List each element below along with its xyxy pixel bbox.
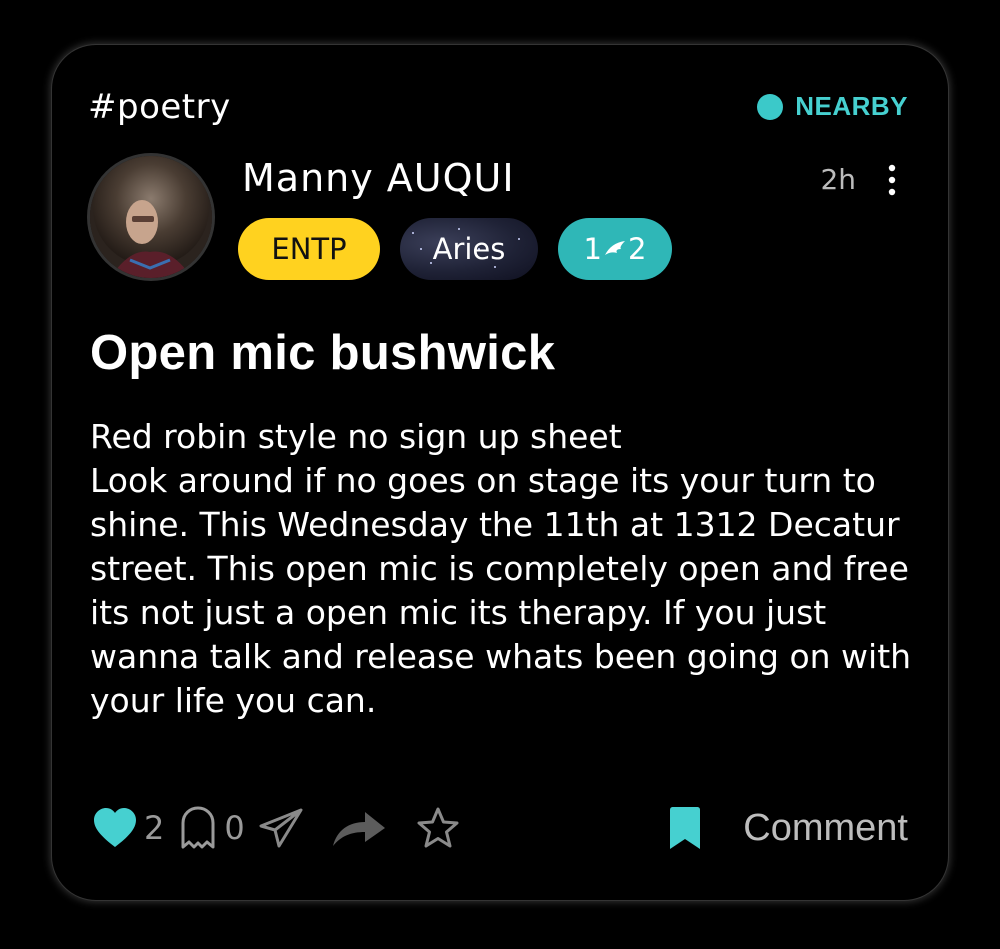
wing-icon xyxy=(605,241,625,255)
share-icon xyxy=(332,812,385,846)
comment-button[interactable]: Comment xyxy=(743,807,908,850)
more-options-button[interactable] xyxy=(884,163,900,197)
heart-icon xyxy=(94,808,136,847)
post-card[interactable]: #poetry NEARBY Manny AUQUI 2h ENTP Aries… xyxy=(52,45,948,900)
ghost-count: 0 xyxy=(224,809,245,847)
bookmark-icon xyxy=(670,807,701,849)
send-icon xyxy=(259,808,303,848)
ghost-icon xyxy=(181,806,215,849)
post-time: 2h xyxy=(820,163,856,196)
pill-badge[interactable]: 1 2 xyxy=(558,218,672,280)
avatar-image xyxy=(90,156,212,278)
nearby-indicator: NEARBY xyxy=(757,91,908,122)
ghost-button[interactable]: 0 xyxy=(178,805,245,851)
share-button[interactable] xyxy=(331,808,387,848)
send-button[interactable] xyxy=(259,808,303,848)
post-actions: 2 0 Comment xyxy=(92,802,908,854)
post-body: Red robin style no sign up sheet Look ar… xyxy=(90,417,912,720)
author-name[interactable]: Manny AUQUI xyxy=(242,156,515,200)
like-button[interactable]: 2 xyxy=(92,807,164,849)
more-vertical-icon xyxy=(888,164,896,196)
pill-right-number: 2 xyxy=(628,232,647,266)
star-button[interactable] xyxy=(415,806,461,850)
like-count: 2 xyxy=(144,809,165,847)
post-hashtag[interactable]: #poetry xyxy=(88,87,231,127)
pill-left-number: 1 xyxy=(583,232,602,266)
zodiac-badge[interactable]: Aries xyxy=(400,218,538,280)
mbti-badge[interactable]: ENTP xyxy=(238,218,380,280)
star-icon xyxy=(417,807,459,848)
nearby-dot-icon xyxy=(757,93,784,120)
bookmark-button[interactable] xyxy=(667,806,703,850)
nearby-label: NEARBY xyxy=(795,91,908,121)
profile-badges: ENTP Aries 1 2 xyxy=(238,218,672,280)
avatar[interactable] xyxy=(90,156,212,278)
post-title: Open mic bushwick xyxy=(90,326,556,380)
zodiac-label: Aries xyxy=(432,232,506,266)
